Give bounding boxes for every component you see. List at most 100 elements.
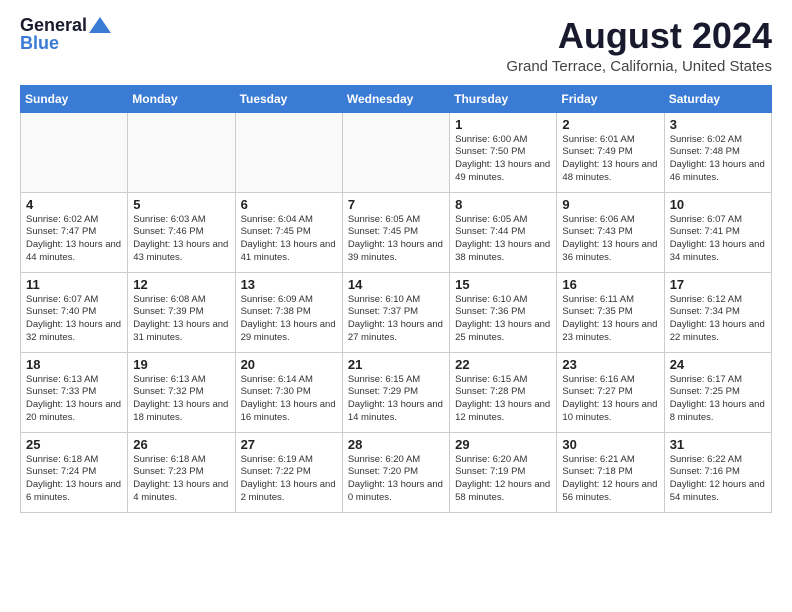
cell-info: Sunrise: 6:09 AM Sunset: 7:38 PM Dayligh… xyxy=(241,294,337,345)
calendar-cell: 31 Sunrise: 6:22 AM Sunset: 7:16 PM Dayli… xyxy=(664,432,771,512)
day-number: 13 xyxy=(241,277,337,292)
day-number: 29 xyxy=(455,437,551,452)
cell-info: Sunrise: 6:21 AM Sunset: 7:18 PM Dayligh… xyxy=(562,454,658,505)
day-number: 9 xyxy=(562,197,658,212)
day-number: 4 xyxy=(26,197,122,212)
cell-info: Sunrise: 6:02 AM Sunset: 7:47 PM Dayligh… xyxy=(26,214,122,265)
cell-info: Sunrise: 6:06 AM Sunset: 7:43 PM Dayligh… xyxy=(562,214,658,265)
calendar-cell: 24 Sunrise: 6:17 AM Sunset: 7:25 PM Dayli… xyxy=(664,352,771,432)
month-title: August 2024 xyxy=(506,16,772,56)
day-number: 26 xyxy=(133,437,229,452)
calendar-cell: 19 Sunrise: 6:13 AM Sunset: 7:32 PM Dayli… xyxy=(128,352,235,432)
calendar-cell: 27Sunrise: 6:19 AM Sunset: 7:22 PM Dayli… xyxy=(235,432,342,512)
calendar-cell: 3 Sunrise: 6:02 AM Sunset: 7:48 PM Daylig… xyxy=(664,112,771,192)
day-header-friday: Friday xyxy=(557,85,664,112)
calendar-cell: 18Sunrise: 6:13 AM Sunset: 7:33 PM Dayli… xyxy=(21,352,128,432)
cell-info: Sunrise: 6:02 AM Sunset: 7:48 PM Dayligh… xyxy=(670,134,766,185)
day-number: 2 xyxy=(562,117,658,132)
calendar-cell: 21 Sunrise: 6:15 AM Sunset: 7:29 PM Dayli… xyxy=(342,352,449,432)
day-number: 7 xyxy=(348,197,444,212)
cell-info: Sunrise: 6:07 AM Sunset: 7:40 PM Dayligh… xyxy=(26,294,122,345)
cell-info: Sunrise: 6:00 AM Sunset: 7:50 PM Dayligh… xyxy=(455,134,551,185)
day-header-wednesday: Wednesday xyxy=(342,85,449,112)
day-header-tuesday: Tuesday xyxy=(235,85,342,112)
cell-info: Sunrise: 6:05 AM Sunset: 7:44 PM Dayligh… xyxy=(455,214,551,265)
day-number: 23 xyxy=(562,357,658,372)
cell-info: Sunrise: 6:12 AM Sunset: 7:34 PM Dayligh… xyxy=(670,294,766,345)
calendar-cell xyxy=(21,112,128,192)
calendar-cell: 23 Sunrise: 6:16 AM Sunset: 7:27 PM Dayli… xyxy=(557,352,664,432)
day-number: 17 xyxy=(670,277,766,292)
calendar-cell: 10 Sunrise: 6:07 AM Sunset: 7:41 PM Dayli… xyxy=(664,192,771,272)
day-header-monday: Monday xyxy=(128,85,235,112)
calendar-week-2: 4 Sunrise: 6:02 AM Sunset: 7:47 PM Daylig… xyxy=(21,192,772,272)
cell-info: Sunrise: 6:17 AM Sunset: 7:25 PM Dayligh… xyxy=(670,374,766,425)
cell-info: Sunrise: 6:15 AM Sunset: 7:29 PM Dayligh… xyxy=(348,374,444,425)
cell-info: Sunrise: 6:07 AM Sunset: 7:41 PM Dayligh… xyxy=(670,214,766,265)
day-number: 27 xyxy=(241,437,337,452)
day-number: 1 xyxy=(455,117,551,132)
calendar-cell: 14 Sunrise: 6:10 AM Sunset: 7:37 PM Dayli… xyxy=(342,272,449,352)
day-number: 25 xyxy=(26,437,122,452)
day-number: 24 xyxy=(670,357,766,372)
cell-info: Sunrise: 6:18 AM Sunset: 7:24 PM Dayligh… xyxy=(26,454,122,505)
calendar-cell: 9 Sunrise: 6:06 AM Sunset: 7:43 PM Daylig… xyxy=(557,192,664,272)
logo-icon xyxy=(89,17,111,33)
cell-info: Sunrise: 6:11 AM Sunset: 7:35 PM Dayligh… xyxy=(562,294,658,345)
cell-info: Sunrise: 6:05 AM Sunset: 7:45 PM Dayligh… xyxy=(348,214,444,265)
cell-info: Sunrise: 6:01 AM Sunset: 7:49 PM Dayligh… xyxy=(562,134,658,185)
day-number: 22 xyxy=(455,357,551,372)
calendar-cell: 15 Sunrise: 6:10 AM Sunset: 7:36 PM Dayli… xyxy=(450,272,557,352)
calendar-week-4: 18Sunrise: 6:13 AM Sunset: 7:33 PM Dayli… xyxy=(21,352,772,432)
calendar-cell xyxy=(342,112,449,192)
calendar-week-3: 11Sunrise: 6:07 AM Sunset: 7:40 PM Dayli… xyxy=(21,272,772,352)
calendar-cell: 20 Sunrise: 6:14 AM Sunset: 7:30 PM Dayli… xyxy=(235,352,342,432)
calendar-week-1: 1 Sunrise: 6:00 AM Sunset: 7:50 PM Daylig… xyxy=(21,112,772,192)
calendar-cell: 16Sunrise: 6:11 AM Sunset: 7:35 PM Dayli… xyxy=(557,272,664,352)
calendar-cell: 17 Sunrise: 6:12 AM Sunset: 7:34 PM Dayli… xyxy=(664,272,771,352)
cell-info: Sunrise: 6:16 AM Sunset: 7:27 PM Dayligh… xyxy=(562,374,658,425)
day-number: 8 xyxy=(455,197,551,212)
cell-info: Sunrise: 6:10 AM Sunset: 7:36 PM Dayligh… xyxy=(455,294,551,345)
calendar-cell xyxy=(128,112,235,192)
calendar-cell: 26 Sunrise: 6:18 AM Sunset: 7:23 PM Dayli… xyxy=(128,432,235,512)
calendar-table: SundayMondayTuesdayWednesdayThursdayFrid… xyxy=(20,85,772,513)
cell-info: Sunrise: 6:13 AM Sunset: 7:33 PM Dayligh… xyxy=(26,374,122,425)
cell-info: Sunrise: 6:10 AM Sunset: 7:37 PM Dayligh… xyxy=(348,294,444,345)
calendar-cell: 22Sunrise: 6:15 AM Sunset: 7:28 PM Dayli… xyxy=(450,352,557,432)
day-number: 19 xyxy=(133,357,229,372)
day-number: 10 xyxy=(670,197,766,212)
day-number: 6 xyxy=(241,197,337,212)
page-header: General Blue August 2024 Grand Terrace, … xyxy=(20,16,772,75)
day-number: 14 xyxy=(348,277,444,292)
calendar-cell: 28Sunrise: 6:20 AM Sunset: 7:20 PM Dayli… xyxy=(342,432,449,512)
day-number: 31 xyxy=(670,437,766,452)
cell-info: Sunrise: 6:14 AM Sunset: 7:30 PM Dayligh… xyxy=(241,374,337,425)
day-number: 15 xyxy=(455,277,551,292)
title-area: August 2024 Grand Terrace, California, U… xyxy=(506,16,772,75)
calendar-cell: 7 Sunrise: 6:05 AM Sunset: 7:45 PM Daylig… xyxy=(342,192,449,272)
cell-info: Sunrise: 6:20 AM Sunset: 7:20 PM Dayligh… xyxy=(348,454,444,505)
day-number: 3 xyxy=(670,117,766,132)
day-number: 12 xyxy=(133,277,229,292)
day-header-saturday: Saturday xyxy=(664,85,771,112)
calendar-cell: 1 Sunrise: 6:00 AM Sunset: 7:50 PM Daylig… xyxy=(450,112,557,192)
logo: General Blue xyxy=(20,16,111,54)
cell-info: Sunrise: 6:13 AM Sunset: 7:32 PM Dayligh… xyxy=(133,374,229,425)
day-number: 21 xyxy=(348,357,444,372)
cell-info: Sunrise: 6:18 AM Sunset: 7:23 PM Dayligh… xyxy=(133,454,229,505)
calendar-cell xyxy=(235,112,342,192)
logo-blue: Blue xyxy=(20,34,59,54)
calendar-cell: 2 Sunrise: 6:01 AM Sunset: 7:49 PM Daylig… xyxy=(557,112,664,192)
day-number: 30 xyxy=(562,437,658,452)
calendar-cell: 5Sunrise: 6:03 AM Sunset: 7:46 PM Daylig… xyxy=(128,192,235,272)
days-header-row: SundayMondayTuesdayWednesdayThursdayFrid… xyxy=(21,85,772,112)
day-header-thursday: Thursday xyxy=(450,85,557,112)
day-number: 5 xyxy=(133,197,229,212)
cell-info: Sunrise: 6:22 AM Sunset: 7:16 PM Dayligh… xyxy=(670,454,766,505)
calendar-cell: 25 Sunrise: 6:18 AM Sunset: 7:24 PM Dayli… xyxy=(21,432,128,512)
day-number: 20 xyxy=(241,357,337,372)
calendar-cell: 29Sunrise: 6:20 AM Sunset: 7:19 PM Dayli… xyxy=(450,432,557,512)
calendar-cell: 6Sunrise: 6:04 AM Sunset: 7:45 PM Daylig… xyxy=(235,192,342,272)
calendar-cell: 13 Sunrise: 6:09 AM Sunset: 7:38 PM Dayli… xyxy=(235,272,342,352)
